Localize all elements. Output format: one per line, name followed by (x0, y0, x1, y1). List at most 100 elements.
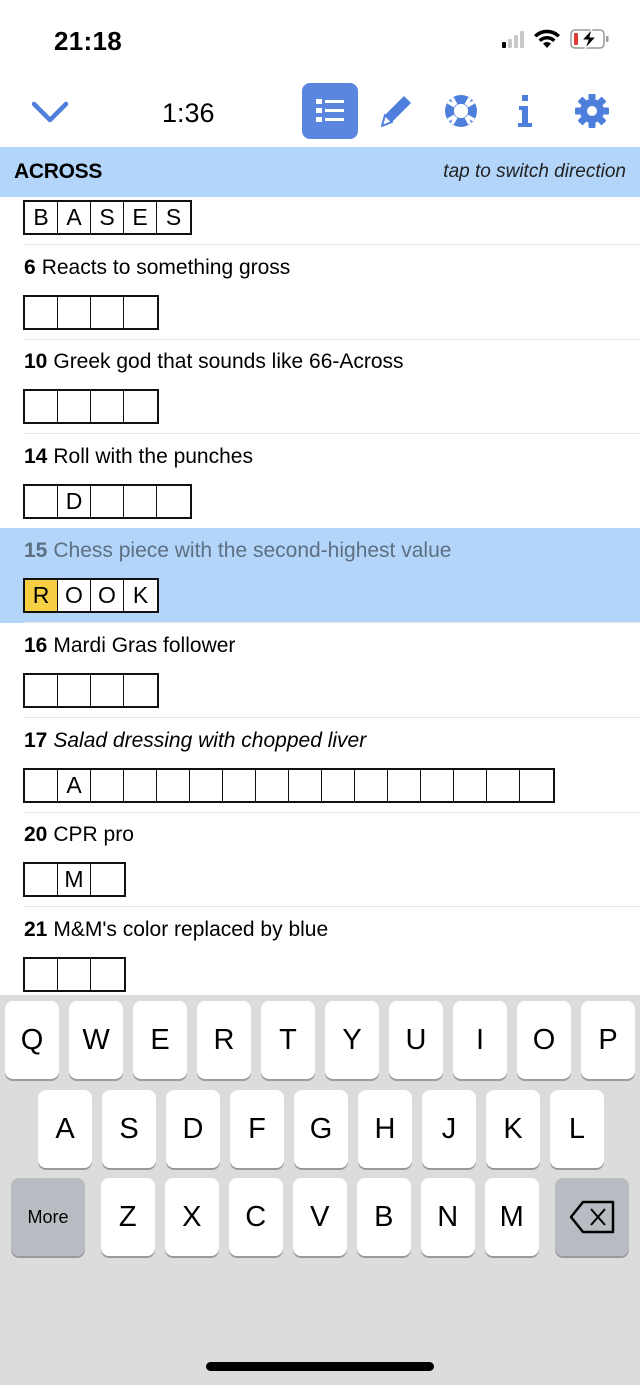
answer-cell[interactable] (124, 675, 157, 706)
answer-cell[interactable] (58, 297, 91, 328)
clue-item[interactable]: 14 Roll with the punches D (0, 434, 640, 529)
backspace-key[interactable] (555, 1178, 629, 1256)
answer-cell[interactable] (58, 959, 91, 990)
answer-cell[interactable]: A (58, 770, 91, 801)
answer-cell[interactable] (124, 486, 157, 517)
answer-cell[interactable] (124, 297, 157, 328)
answer-cell[interactable]: O (58, 580, 91, 611)
help-button[interactable] (433, 83, 489, 139)
direction-header[interactable]: ACROSS tap to switch direction (0, 147, 640, 197)
answer-cell[interactable]: S (91, 202, 124, 233)
answer-cell[interactable]: B (25, 202, 58, 233)
answer-cell[interactable] (91, 297, 124, 328)
clue-item[interactable]: BASES (0, 197, 640, 245)
key-l[interactable]: L (550, 1090, 604, 1168)
key-x[interactable]: X (165, 1178, 219, 1256)
key-a[interactable]: A (38, 1090, 92, 1168)
answer-cell[interactable] (58, 675, 91, 706)
key-h[interactable]: H (358, 1090, 412, 1168)
key-g[interactable]: G (294, 1090, 348, 1168)
key-m[interactable]: M (485, 1178, 539, 1256)
clue-item[interactable]: 20 CPR pro M (0, 812, 640, 907)
key-u[interactable]: U (389, 1001, 443, 1079)
answer-cell[interactable]: O (91, 580, 124, 611)
key-j[interactable]: J (422, 1090, 476, 1168)
answer-cell[interactable] (91, 486, 124, 517)
answer-cells: M (23, 862, 126, 897)
clue-item[interactable]: 17 Salad dressing with chopped liver A (0, 718, 640, 813)
answer-cell[interactable] (355, 770, 388, 801)
answer-cell[interactable]: A (58, 202, 91, 233)
keyboard-row-1: QWERTYUIOP (0, 1001, 640, 1079)
answer-cell[interactable] (190, 770, 223, 801)
answer-cell[interactable] (454, 770, 487, 801)
answer-cell[interactable] (421, 770, 454, 801)
key-r[interactable]: R (197, 1001, 251, 1079)
gear-icon (575, 94, 609, 128)
key-b[interactable]: B (357, 1178, 411, 1256)
pencil-mode-button[interactable] (368, 83, 424, 139)
puzzle-timer[interactable]: 1:36 (162, 98, 215, 129)
answer-cell[interactable] (124, 770, 157, 801)
answer-cell[interactable] (25, 959, 58, 990)
answer-cell[interactable] (223, 770, 256, 801)
answer-cell[interactable] (322, 770, 355, 801)
key-d[interactable]: D (166, 1090, 220, 1168)
answer-cell[interactable] (91, 770, 124, 801)
answer-cell[interactable] (91, 864, 124, 895)
clue-item[interactable]: 6 Reacts to something gross (0, 245, 640, 340)
answer-cell[interactable] (388, 770, 421, 801)
clue-item[interactable]: 15 Chess piece with the second-highest va… (0, 528, 640, 623)
answer-cell[interactable]: S (157, 202, 190, 233)
clue-list-button[interactable] (302, 83, 358, 139)
key-p[interactable]: P (581, 1001, 635, 1079)
answer-cell[interactable] (289, 770, 322, 801)
answer-cell[interactable] (25, 770, 58, 801)
keyboard-row-3: More ZXCVBNM (0, 1178, 640, 1256)
key-i[interactable]: I (453, 1001, 507, 1079)
key-v[interactable]: V (293, 1178, 347, 1256)
collapse-button[interactable] (30, 96, 70, 128)
answer-cell[interactable] (256, 770, 289, 801)
key-s[interactable]: S (102, 1090, 156, 1168)
clue-item[interactable]: 10 Greek god that sounds like 66-Across (0, 339, 640, 434)
clue-item[interactable]: 21 M&M's color replaced by blue (0, 907, 640, 997)
answer-cell[interactable] (25, 391, 58, 422)
more-key[interactable]: More (11, 1178, 85, 1256)
answer-cell[interactable]: E (124, 202, 157, 233)
key-n[interactable]: N (421, 1178, 475, 1256)
key-z[interactable]: Z (101, 1178, 155, 1256)
clue-list[interactable]: B A S E S 6 Reacts to something gross 10 Greek g… (0, 197, 640, 997)
answer-cell[interactable] (91, 959, 124, 990)
answer-cell[interactable] (157, 770, 190, 801)
answer-cell[interactable]: M (58, 864, 91, 895)
key-e[interactable]: E (133, 1001, 187, 1079)
answer-cell[interactable] (25, 297, 58, 328)
key-w[interactable]: W (69, 1001, 123, 1079)
key-y[interactable]: Y (325, 1001, 379, 1079)
answer-cell[interactable] (25, 864, 58, 895)
answer-cell[interactable] (25, 675, 58, 706)
switch-direction-hint[interactable]: tap to switch direction (443, 161, 626, 183)
clue-item[interactable]: 16 Mardi Gras follower (0, 623, 640, 718)
home-indicator[interactable] (206, 1362, 434, 1371)
settings-button[interactable] (564, 83, 620, 139)
answer-cell[interactable] (25, 486, 58, 517)
key-o[interactable]: O (517, 1001, 571, 1079)
key-k[interactable]: K (486, 1090, 540, 1168)
answer-cell[interactable] (58, 391, 91, 422)
key-t[interactable]: T (261, 1001, 315, 1079)
info-button[interactable] (497, 83, 553, 139)
answer-cell[interactable] (520, 770, 553, 801)
answer-cell[interactable] (157, 486, 190, 517)
key-c[interactable]: C (229, 1178, 283, 1256)
key-f[interactable]: F (230, 1090, 284, 1168)
answer-cell[interactable] (91, 675, 124, 706)
answer-cell[interactable]: K (124, 580, 157, 611)
answer-cell[interactable] (487, 770, 520, 801)
answer-cell[interactable]: R (25, 580, 58, 611)
answer-cell[interactable] (124, 391, 157, 422)
answer-cell[interactable] (91, 391, 124, 422)
key-q[interactable]: Q (5, 1001, 59, 1079)
answer-cell[interactable]: D (58, 486, 91, 517)
